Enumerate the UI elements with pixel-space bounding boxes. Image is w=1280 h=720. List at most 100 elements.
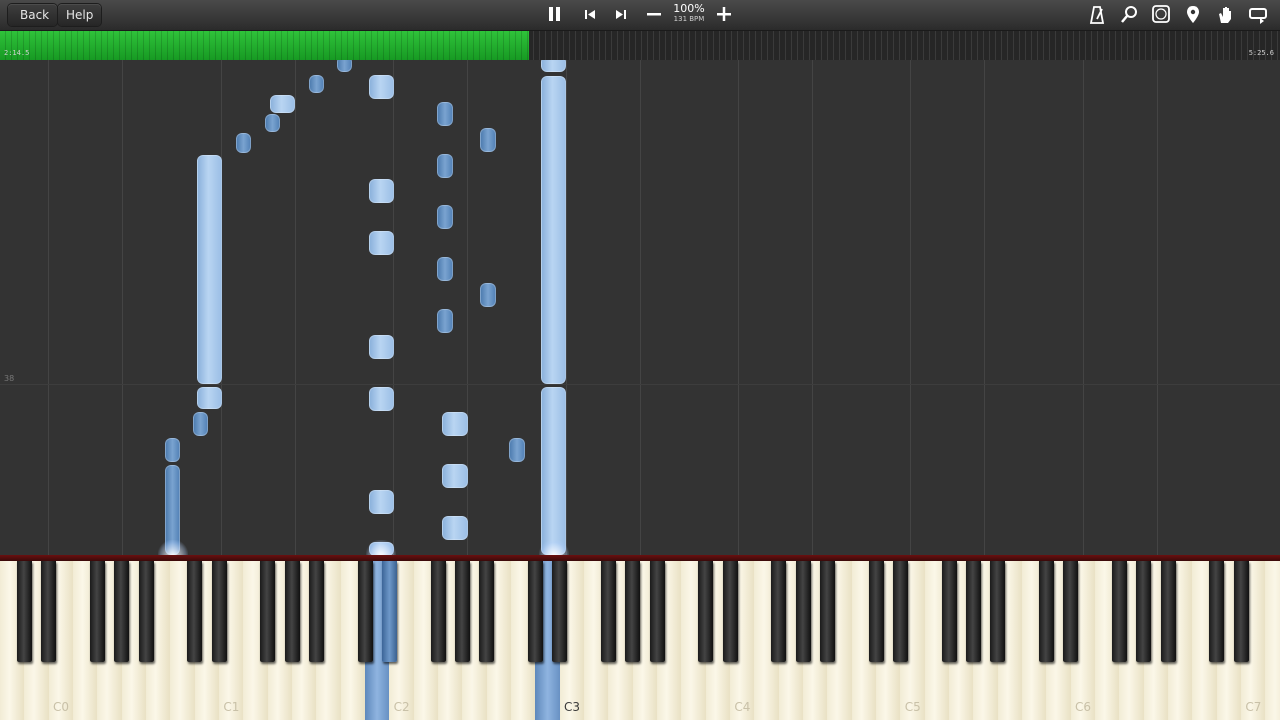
black-key[interactable] (308, 561, 324, 662)
falling-note (442, 516, 468, 540)
octave-label: C6 (1075, 700, 1092, 714)
falling-note (369, 179, 394, 203)
pause-icon[interactable] (547, 5, 563, 23)
black-key[interactable] (1038, 561, 1054, 662)
gridline (1083, 60, 1084, 555)
black-key[interactable] (649, 561, 665, 662)
falling-note (442, 412, 468, 436)
zoom-percent: 100% (673, 2, 705, 15)
black-key[interactable] (868, 561, 884, 662)
black-key[interactable] (1063, 561, 1079, 662)
gridline (984, 60, 985, 555)
gridline (122, 60, 123, 555)
black-key[interactable] (16, 561, 32, 662)
black-key[interactable] (552, 561, 568, 662)
black-key[interactable] (454, 561, 470, 662)
black-key[interactable] (625, 561, 641, 662)
label-icon[interactable] (1152, 5, 1170, 25)
help-button[interactable]: Help (58, 4, 102, 26)
black-key[interactable] (965, 561, 981, 662)
falling-note (437, 154, 453, 178)
octave-label: C1 (223, 700, 240, 714)
progress-fill (0, 31, 529, 60)
current-time: 2:14.5 (4, 49, 30, 57)
black-key[interactable] (41, 561, 57, 662)
metronome-icon[interactable] (1089, 5, 1105, 25)
note-hit-glow (366, 540, 396, 556)
black-key[interactable] (990, 561, 1006, 662)
black-key[interactable] (795, 561, 811, 662)
falling-note (480, 128, 496, 152)
black-key[interactable] (527, 561, 543, 662)
black-key[interactable] (1111, 561, 1127, 662)
gridline (738, 60, 739, 555)
hand-icon[interactable] (1217, 5, 1233, 25)
black-key[interactable] (698, 561, 714, 662)
black-key[interactable] (600, 561, 616, 662)
previous-icon[interactable] (582, 5, 598, 23)
black-key[interactable] (1233, 561, 1249, 662)
falling-note (165, 438, 180, 462)
falling-note (270, 95, 295, 113)
octave-label: C2 (393, 700, 410, 714)
marker-icon[interactable] (1186, 5, 1200, 25)
octave-label: C3 (564, 700, 581, 714)
black-key[interactable] (89, 561, 105, 662)
measure-number: 38 (4, 374, 15, 383)
piano-keyboard[interactable]: C0 C1 C2 C3 C4 C5 C6 C7 (0, 561, 1280, 720)
black-key[interactable] (381, 561, 397, 662)
falling-note (369, 490, 394, 514)
black-key[interactable] (430, 561, 446, 662)
black-key[interactable] (479, 561, 495, 662)
black-key[interactable] (284, 561, 300, 662)
song-progress-bar[interactable] (0, 31, 1280, 60)
black-key[interactable] (819, 561, 835, 662)
black-key[interactable] (722, 561, 738, 662)
falling-note (337, 60, 352, 72)
black-key[interactable] (1209, 561, 1225, 662)
black-key[interactable] (941, 561, 957, 662)
zoom-out-icon[interactable] (646, 5, 662, 23)
back-button[interactable]: Back (8, 4, 58, 26)
search-icon[interactable] (1120, 5, 1138, 25)
black-key[interactable] (138, 561, 154, 662)
black-key[interactable] (1136, 561, 1152, 662)
gridline (640, 60, 641, 555)
black-key[interactable] (187, 561, 203, 662)
falling-note (236, 133, 251, 153)
falling-note (442, 464, 468, 488)
falling-note (480, 283, 496, 307)
gridline (910, 60, 911, 555)
black-key[interactable] (260, 561, 276, 662)
octave-label: C5 (904, 700, 921, 714)
falling-note (369, 75, 394, 99)
zoom-readout: 100% 131 BPM (671, 3, 707, 24)
note-hit-glow (158, 540, 188, 556)
black-key[interactable] (1160, 561, 1176, 662)
note-hit-glow (539, 540, 569, 556)
black-key[interactable] (357, 561, 373, 662)
white-key[interactable] (1265, 561, 1280, 720)
gridline (393, 60, 394, 555)
black-key[interactable] (892, 561, 908, 662)
total-time: 5:25.6 (1248, 49, 1274, 57)
zoom-in-icon[interactable] (716, 5, 732, 23)
falling-note (369, 231, 394, 255)
toolbar: Back Help 100% 131 BPM (0, 0, 1280, 31)
falling-note (265, 114, 280, 132)
gridline (48, 60, 49, 555)
falling-note (369, 335, 394, 359)
gridline (812, 60, 813, 555)
falling-note (197, 387, 222, 409)
next-icon[interactable] (613, 5, 629, 23)
falling-note (309, 75, 324, 93)
loop-icon[interactable] (1248, 5, 1268, 25)
black-key[interactable] (771, 561, 787, 662)
falling-note (541, 76, 566, 384)
octave-label: C4 (734, 700, 751, 714)
black-key[interactable] (114, 561, 130, 662)
black-key[interactable] (211, 561, 227, 662)
falling-note (509, 438, 525, 462)
falling-note (369, 387, 394, 411)
gridline (295, 60, 296, 555)
